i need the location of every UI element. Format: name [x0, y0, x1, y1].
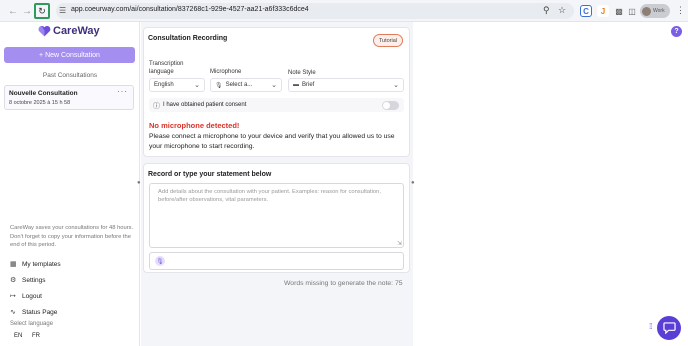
sidebar-item-label: Settings	[22, 276, 46, 284]
sidebar: CareWay + New Consultation Past Consulta…	[0, 22, 140, 346]
new-consultation-button[interactable]: + New Consultation	[4, 47, 135, 63]
browser-menu-icon[interactable]: ⋮	[676, 5, 685, 16]
result-panel	[413, 22, 688, 346]
toggle-knob	[383, 102, 390, 109]
retention-notice: CareWay saves your consultations for 48 …	[10, 225, 134, 248]
words-missing-text: Words missing to generate the note: 75	[284, 280, 403, 287]
reload-icon[interactable]: ↻	[34, 3, 50, 19]
mic-small-icon: 🎙	[215, 82, 223, 89]
side-panel-icon[interactable]: ◫	[626, 5, 638, 17]
microphone-instructions: Please connect a microphone to your devi…	[149, 133, 395, 150]
consultation-list-item[interactable]: Nouvelle Consultation 8 octobre 2025 à 1…	[4, 85, 134, 110]
app-logo[interactable]: CareWay	[38, 25, 100, 37]
consultation-name: Nouvelle Consultation	[9, 90, 78, 97]
chat-icon	[662, 322, 676, 334]
select-value: Brief	[302, 82, 315, 88]
select-value: Select a...	[225, 82, 253, 88]
extension-j-icon[interactable]: J	[597, 5, 609, 17]
chevron-down-icon: ⌄	[393, 82, 399, 89]
consent-text: I have obtained patient consent	[163, 102, 247, 108]
sidebar-item-templates[interactable]: ▦ My templates	[10, 260, 61, 269]
microphone-label: Microphone	[210, 69, 242, 75]
transcription-language-select[interactable]: English ⌄	[149, 78, 205, 92]
past-consultations-heading: Past Consultations	[42, 72, 98, 79]
textarea-placeholder: Add details about the consultation with …	[158, 189, 381, 203]
activity-icon: ∿	[10, 309, 16, 316]
sidebar-item-label: My templates	[22, 260, 61, 268]
dictation-bar: 🎙	[149, 252, 404, 270]
forward-arrow-icon[interactable]: →	[19, 3, 35, 19]
microphone-select[interactable]: 🎙 Select a... ⌄	[210, 78, 282, 92]
help-icon[interactable]: ?	[671, 26, 682, 37]
consent-toggle[interactable]	[382, 101, 399, 110]
no-microphone-error: No microphone detected!	[149, 121, 240, 130]
profile-button[interactable]: Work	[640, 4, 670, 18]
sidebar-item-logout[interactable]: ↦ Logout	[10, 292, 42, 301]
url-text: app.coeurway.com/ai/consultation/837268c…	[71, 6, 309, 13]
microphone-icon[interactable]: 🎙	[155, 256, 165, 266]
consultation-date: 8 octobre 2025 à 15 h 58	[9, 100, 71, 106]
statement-card: Record or type your statement below Add …	[143, 163, 410, 273]
chevron-down-icon: ⌄	[194, 82, 200, 89]
note-style-icon: ▬	[293, 82, 299, 88]
site-settings-icon[interactable]: ☰	[59, 6, 66, 15]
note-style-select[interactable]: ▬ Brief ⌄	[288, 78, 404, 92]
chat-button[interactable]	[657, 316, 681, 340]
recording-title: Consultation Recording	[148, 35, 228, 42]
extensions-puzzle-icon[interactable]: ▩	[613, 5, 625, 17]
sidebar-item-label: Logout	[22, 292, 42, 300]
tutorial-button[interactable]: Tutorial	[372, 34, 403, 47]
logo-text: CareWay	[53, 25, 100, 37]
gear-icon: ⚙	[10, 277, 17, 284]
language-option-en[interactable]: EN	[14, 333, 22, 339]
statement-textarea[interactable]: Add details about the consultation with …	[149, 183, 404, 248]
logout-icon: ↦	[10, 293, 16, 300]
bookmark-star-icon[interactable]: ☆	[558, 5, 566, 16]
language-label: Select language	[10, 321, 54, 327]
browser-toolbar: ← → ↻ ☰ app.coeurway.com/ai/consultation…	[0, 0, 688, 22]
select-value: English	[154, 82, 174, 88]
sidebar-item-settings[interactable]: ⚙ Settings	[10, 276, 46, 285]
transcription-language-label: Transcription language	[149, 61, 184, 75]
heart-logo-icon	[38, 25, 51, 37]
consent-row: ⓘ I have obtained patient consent	[149, 98, 404, 112]
resize-grip-icon[interactable]: ⇲	[397, 240, 402, 247]
profile-name: Work	[653, 8, 665, 14]
note-style-label: Note Style	[288, 70, 316, 76]
more-options-icon[interactable]: ···	[117, 87, 128, 96]
left-resize-handle[interactable]: ●	[137, 180, 141, 186]
avatar	[642, 6, 651, 16]
zoom-search-icon[interactable]: ⚲	[543, 5, 550, 16]
chevron-down-icon: ⌄	[271, 82, 277, 89]
sidebar-item-label: Status Page	[22, 308, 58, 316]
sidebar-item-status-page[interactable]: ∿ Status Page	[10, 308, 58, 317]
apps-grid-icon[interactable]: ⁞⁞	[649, 322, 653, 331]
info-icon: ⓘ	[153, 103, 160, 110]
consultation-recording-card: Consultation Recording Tutorial Transcri…	[143, 27, 410, 157]
statement-title: Record or type your statement below	[148, 171, 272, 178]
address-bar[interactable]: ☰ app.coeurway.com/ai/consultation/83726…	[56, 3, 574, 19]
templates-icon: ▦	[10, 261, 17, 268]
language-option-fr[interactable]: FR	[32, 333, 40, 339]
right-resize-handle[interactable]: ●	[411, 180, 415, 186]
extension-c-icon[interactable]: C	[580, 5, 592, 17]
